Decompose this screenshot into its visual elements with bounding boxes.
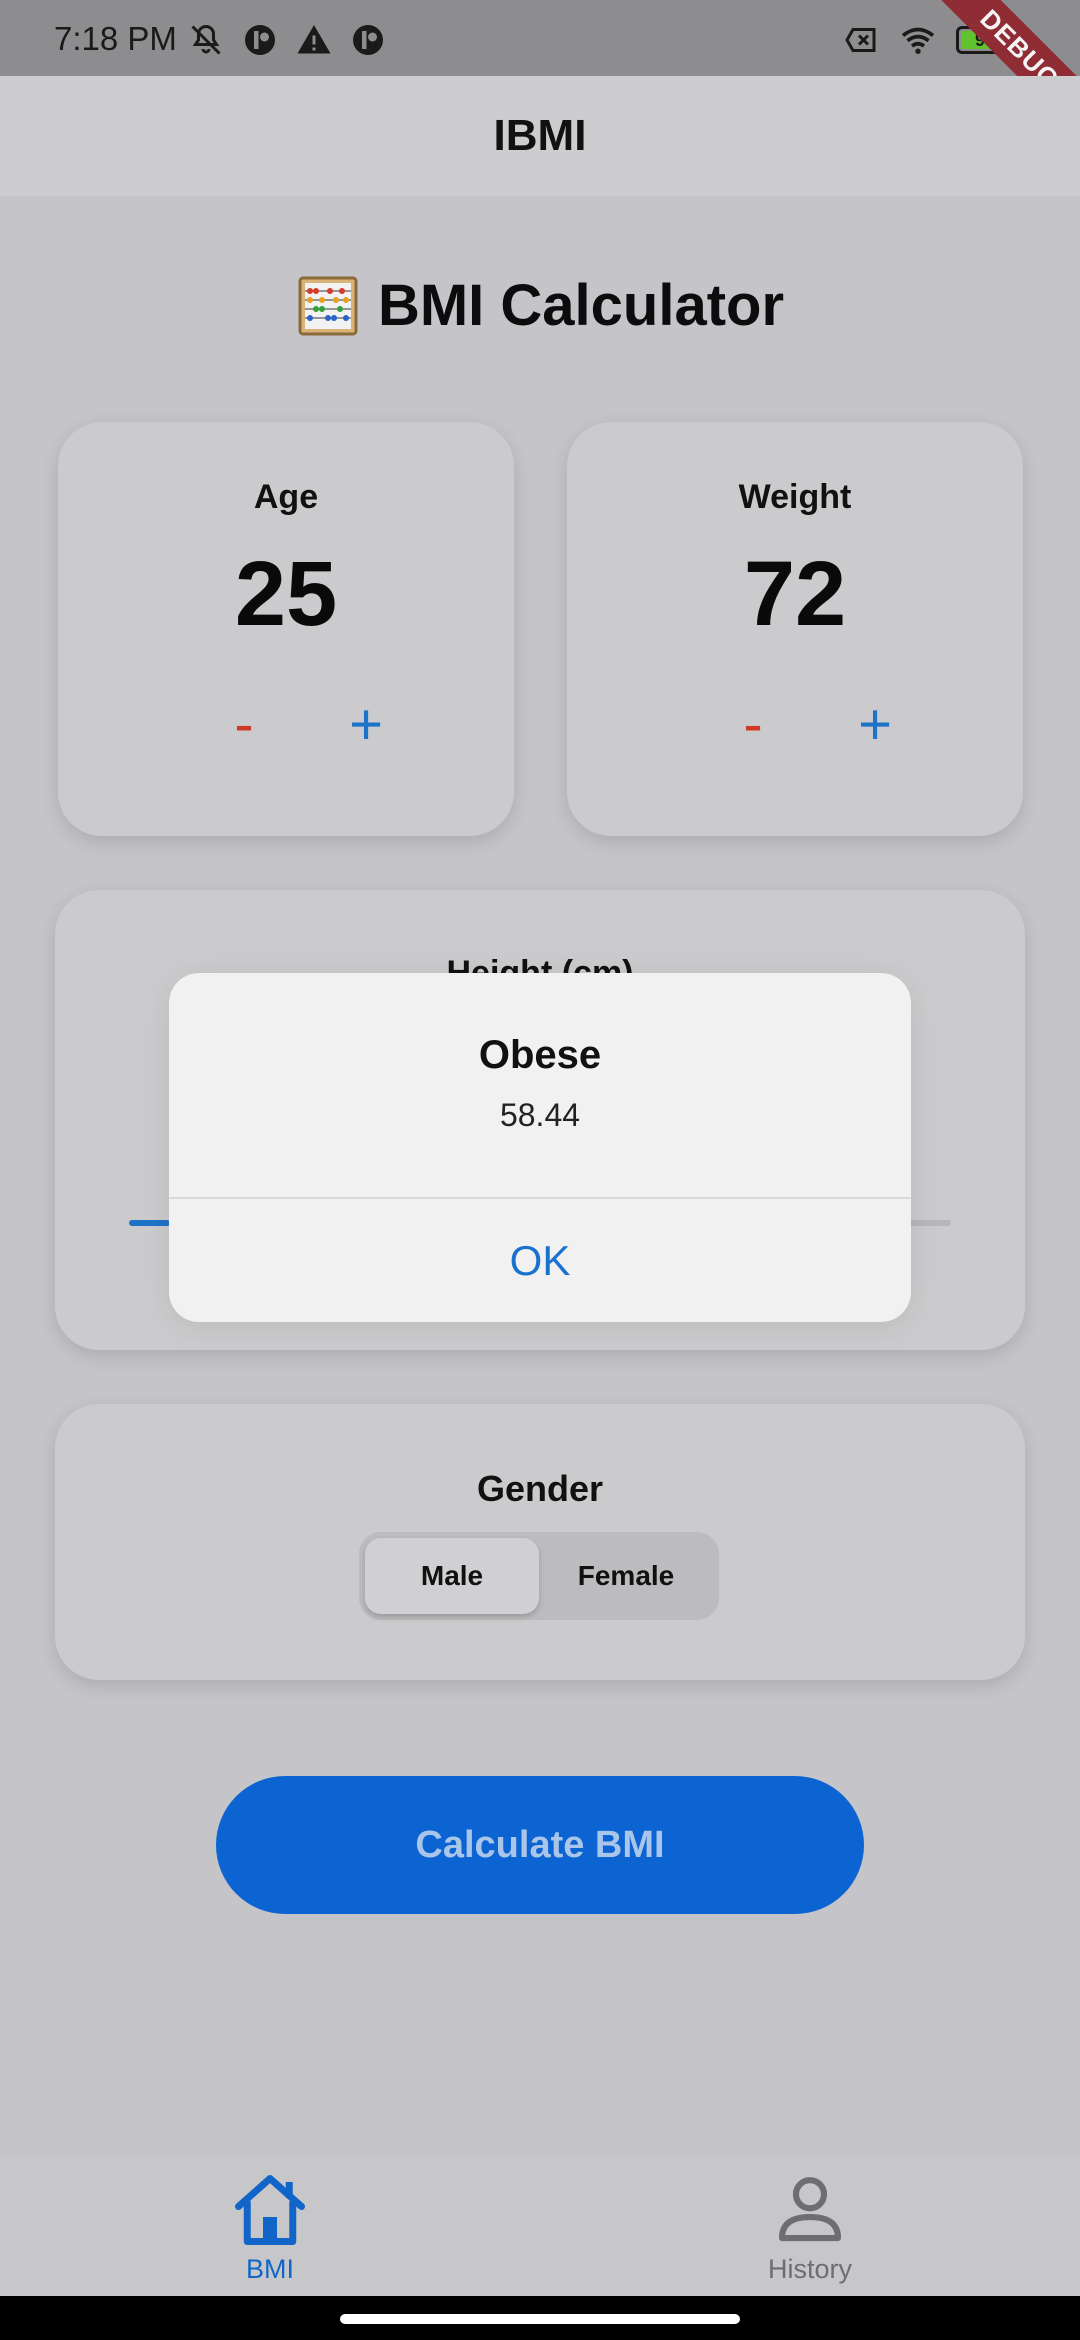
nav-item-bmi[interactable]: BMI (170, 2168, 370, 2288)
weight-decrement-button[interactable]: - (713, 684, 793, 764)
weight-card: Weight 72 - + (567, 422, 1023, 836)
weight-label: Weight (738, 478, 852, 516)
gender-option-male[interactable]: Male (365, 1538, 539, 1614)
status-notification-icons (188, 22, 386, 58)
weight-increment-button[interactable]: + (835, 684, 915, 764)
age-increment-button[interactable]: + (326, 684, 406, 764)
gender-card: Gender Male Female (55, 1404, 1025, 1680)
result-dialog: Obese 58.44 OK (169, 973, 911, 1322)
abacus-icon (298, 276, 358, 335)
age-card: Age 25 - + (58, 422, 514, 836)
dialog-message: 58.44 (499, 1097, 581, 1133)
age-value: 25 (234, 543, 338, 645)
app-bar: IBMI (0, 76, 1080, 196)
app-notification-icon (353, 25, 383, 55)
gender-segmented-control: Male Female (359, 1532, 719, 1620)
no-sim-icon (845, 28, 876, 52)
nav-label-history: History (767, 2254, 852, 2284)
nav-item-history[interactable]: History (710, 2168, 910, 2288)
weight-value: 72 (743, 543, 847, 645)
bottom-navigation: BMI History (0, 2158, 1080, 2296)
nav-label-bmi: BMI (245, 2254, 294, 2284)
app-title: IBMI (493, 111, 587, 160)
page-title: BMI Calculator (0, 272, 1080, 339)
gender-option-female[interactable]: Female (539, 1538, 713, 1614)
warning-icon (297, 25, 331, 54)
notifications-muted-icon (191, 24, 221, 55)
dialog-ok-button[interactable]: OK (169, 1199, 911, 1322)
age-label: Age (253, 478, 319, 516)
dialog-title: Obese (478, 1033, 602, 1077)
calculate-bmi-button[interactable]: Calculate BMI (216, 1776, 864, 1914)
person-icon (778, 2177, 842, 2242)
wifi-icon (901, 27, 935, 54)
gender-label: Gender (476, 1468, 604, 1509)
height-slider-fill (129, 1220, 171, 1226)
age-decrement-button[interactable]: - (204, 684, 284, 764)
app-notification-icon (245, 25, 275, 55)
gesture-navigation-bar (0, 2296, 1080, 2340)
status-time: 7:18 PM (54, 20, 177, 57)
status-bar: 7:18 PM DEBUG (0, 0, 1080, 156)
gesture-handle[interactable] (340, 2314, 740, 2324)
home-icon (235, 2175, 305, 2245)
page-title-text: BMI Calculator (377, 273, 785, 338)
